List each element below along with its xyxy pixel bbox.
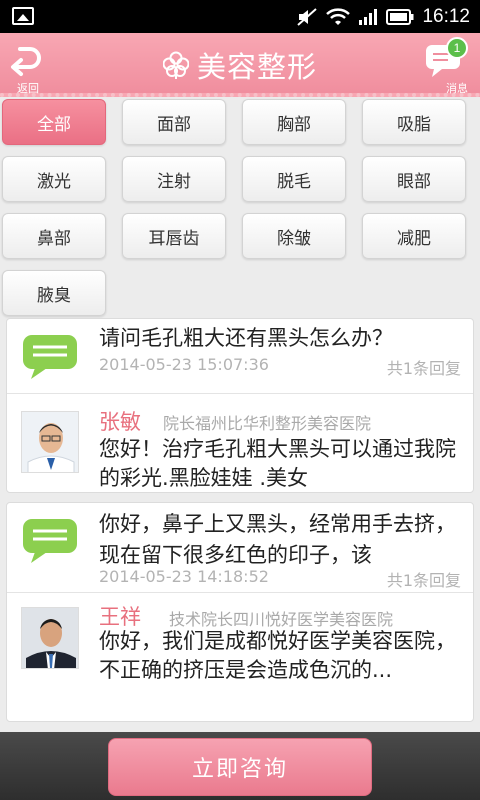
category-wrinkle-removal[interactable]: 除皱 (242, 213, 346, 259)
clock: 16:12 (422, 5, 470, 27)
image-icon (12, 7, 34, 25)
question-title: 你好，鼻子上又黑头，经常用手去挤，现在留下很多红色的印子，该 (99, 512, 456, 567)
category-chest[interactable]: 胸部 (242, 99, 346, 145)
doctor-name: 张敏 (99, 410, 141, 434)
wifi-icon (326, 7, 351, 25)
question-bubble-icon (23, 519, 77, 563)
category-grid: 全部 面部 胸部 吸脂 激光 注射 脱毛 眼部 鼻部 耳唇齿 除皱 减肥 腋臭 (0, 97, 480, 319)
bottom-bar: 立即咨询 (0, 732, 480, 800)
question-date: 2014-05-23 14:18:52 (99, 567, 269, 586)
divider (7, 592, 473, 593)
reply-count: 共1条回复 (386, 571, 461, 590)
category-weight-loss[interactable]: 减肥 (362, 213, 466, 259)
question-bubble-icon (23, 335, 77, 379)
question-card[interactable]: 请问毛孔粗大还有黑头怎么办？ 2014-05-23 15:07:36 共1条回复… (6, 318, 474, 493)
status-bar: 16:12 (0, 0, 480, 33)
category-injection[interactable]: 注射 (122, 156, 226, 202)
category-hair-removal[interactable]: 脱毛 (242, 156, 346, 202)
messages-button[interactable]: 1 消息 (422, 35, 472, 95)
divider (7, 393, 473, 394)
category-liposuction[interactable]: 吸脂 (362, 99, 466, 145)
category-face[interactable]: 面部 (122, 99, 226, 145)
messages-badge: 1 (446, 37, 468, 59)
category-eyes[interactable]: 眼部 (362, 156, 466, 202)
consult-now-button[interactable]: 立即咨询 (108, 738, 372, 796)
doctor-photo (22, 412, 78, 472)
signal-icon (359, 8, 378, 25)
question-title: 请问毛孔粗大还有黑头怎么办？ (99, 326, 393, 350)
answer-text: 你好，我们是成都悦好医学美容医院，不正确的挤压是会造成色沉的... (99, 629, 456, 682)
battery-icon (386, 8, 414, 25)
doctor-avatar (21, 607, 79, 669)
category-ear-lip-teeth[interactable]: 耳唇齿 (122, 213, 226, 259)
flower-icon (162, 51, 189, 79)
category-body-odor[interactable]: 腋臭 (2, 270, 106, 316)
mute-icon (297, 7, 318, 26)
messages-label: 消息 (446, 82, 468, 95)
doctor-photo (22, 608, 78, 668)
app-header: 返回 美容整形 1 消息 (0, 33, 480, 97)
page-title: 美容整形 (196, 50, 317, 84)
question-card[interactable]: 你好，鼻子上又黑头，经常用手去挤，现在留下很多红色的印子，该 2014-05-2… (6, 502, 474, 722)
doctor-title: 院长福州比华利整形美容医院 (163, 414, 372, 433)
category-all[interactable]: 全部 (2, 99, 106, 145)
category-nose[interactable]: 鼻部 (2, 213, 106, 259)
category-laser[interactable]: 激光 (2, 156, 106, 202)
title-group: 美容整形 (0, 33, 480, 97)
doctor-avatar (21, 411, 79, 473)
answer-text: 您好！治疗毛孔粗大黑头可以通过我院的彩光.黑脸娃娃 .美女 (99, 437, 456, 490)
question-list[interactable]: 请问毛孔粗大还有黑头怎么办？ 2014-05-23 15:07:36 共1条回复… (0, 318, 480, 732)
reply-count: 共1条回复 (386, 359, 461, 378)
question-date: 2014-05-23 15:07:36 (99, 355, 269, 374)
